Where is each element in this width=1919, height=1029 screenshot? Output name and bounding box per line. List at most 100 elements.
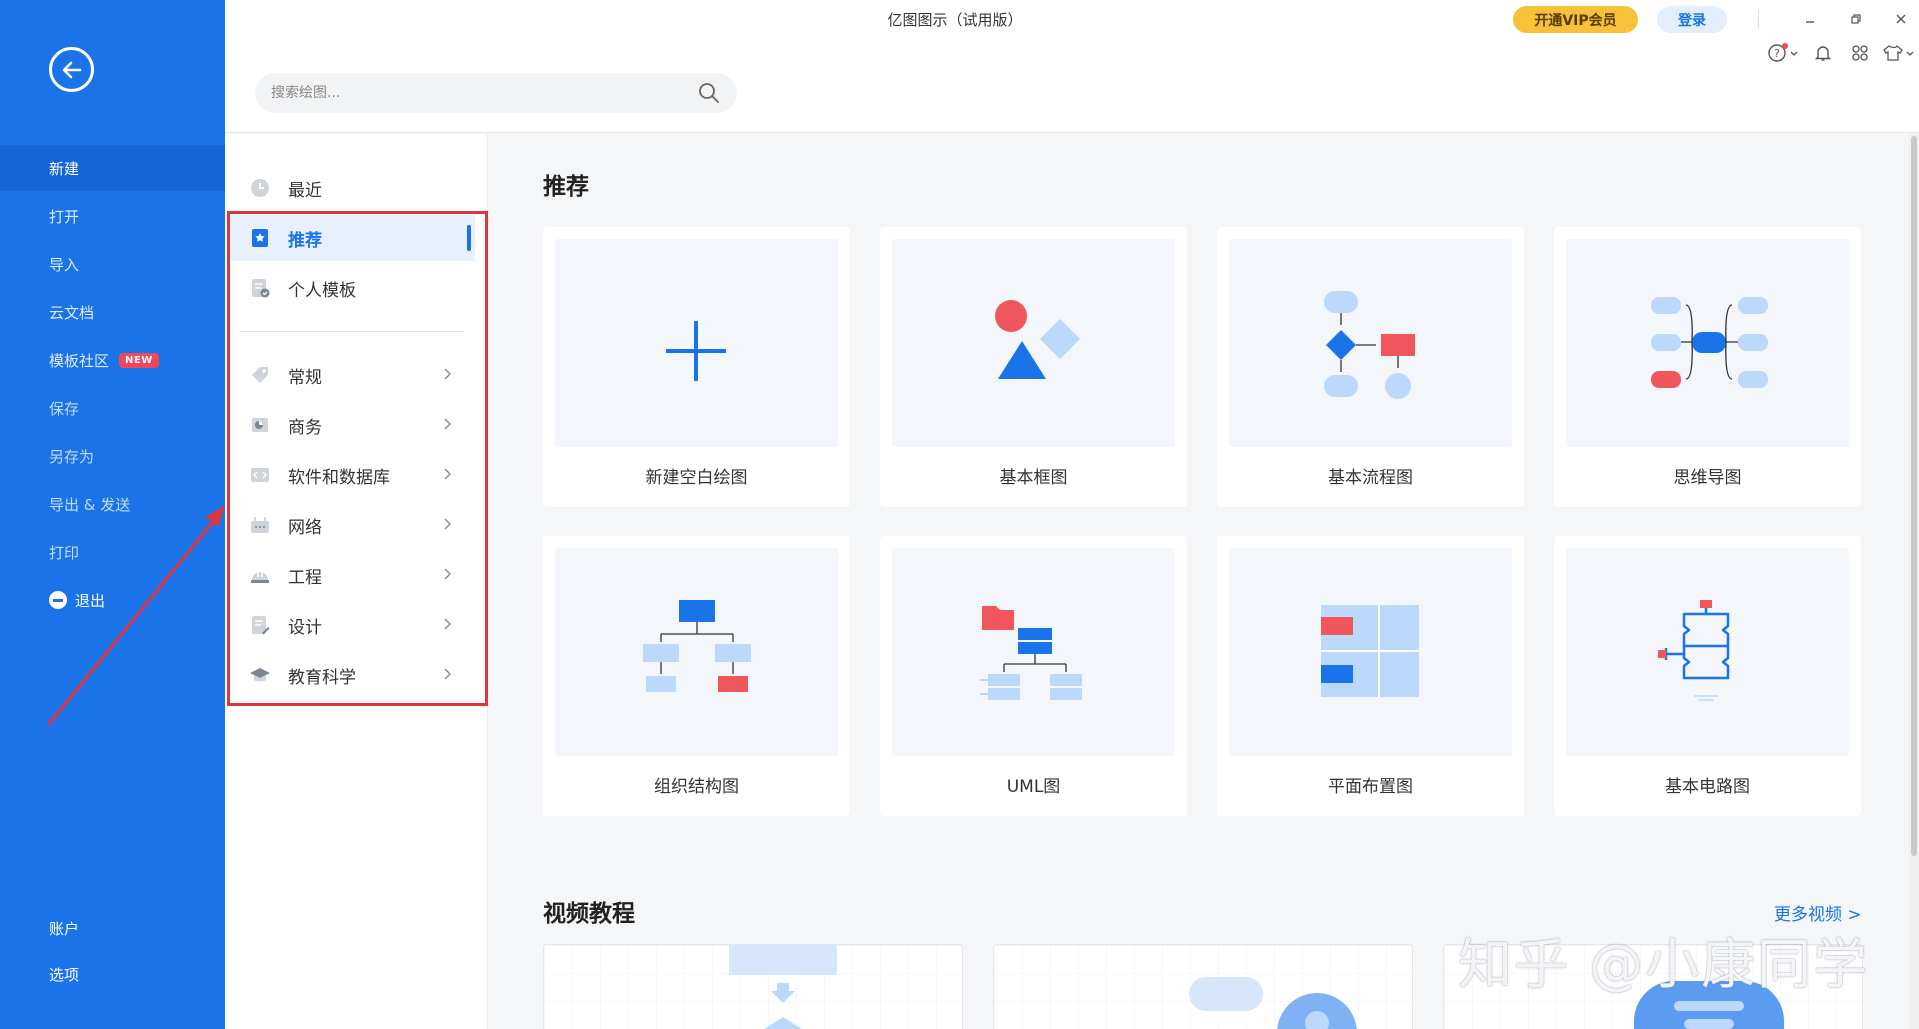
category-design[interactable]: 设计 bbox=[231, 602, 475, 648]
sidebar-item-account[interactable]: 账户 bbox=[0, 905, 225, 951]
template-card-basic-block[interactable]: 基本框图 bbox=[880, 227, 1187, 507]
category-label: 软件和数据库 bbox=[288, 467, 390, 488]
template-card-blank[interactable]: 新建空白绘图 bbox=[543, 227, 850, 507]
template-label: 组织结构图 bbox=[654, 777, 739, 797]
close-button[interactable] bbox=[1887, 6, 1915, 32]
flowchart-icon bbox=[1324, 291, 1415, 399]
category-software-database[interactable]: 软件和数据库 bbox=[231, 452, 475, 498]
category-recent[interactable]: 最近 bbox=[231, 165, 475, 211]
template-thumbnail bbox=[1229, 548, 1512, 756]
divider bbox=[239, 331, 464, 332]
template-thumbnail bbox=[1229, 239, 1512, 447]
more-videos-link[interactable]: 更多视频 > bbox=[1774, 900, 1862, 925]
sidebar-item-save[interactable]: 保存 bbox=[0, 385, 225, 431]
template-card-org-chart[interactable]: 组织结构图 bbox=[543, 536, 850, 816]
sidebar-item-label: 导入 bbox=[49, 255, 80, 274]
section-title-recommend: 推荐 bbox=[543, 174, 589, 200]
floor-plan-icon bbox=[1321, 605, 1419, 697]
category-engineering[interactable]: 工程 bbox=[231, 552, 475, 598]
category-general[interactable]: 常规 bbox=[231, 352, 475, 398]
template-thumbnail bbox=[892, 548, 1175, 756]
helmet-icon bbox=[249, 564, 271, 586]
section-title-video: 视频教程 bbox=[543, 901, 635, 927]
uml-icon bbox=[980, 606, 1082, 700]
network-icon bbox=[249, 514, 271, 536]
video-card[interactable] bbox=[543, 944, 963, 1029]
category-personal-templates[interactable]: 个人模板 bbox=[231, 265, 475, 311]
video-card[interactable] bbox=[1443, 944, 1863, 1029]
sidebar-item-new[interactable]: 新建 bbox=[0, 145, 225, 191]
sidebar-item-open[interactable]: 打开 bbox=[0, 193, 225, 239]
category-label: 个人模板 bbox=[288, 280, 356, 301]
sidebar-item-template-community[interactable]: 模板社区 NEW bbox=[0, 337, 225, 383]
new-badge: NEW bbox=[119, 352, 159, 368]
close-icon bbox=[1896, 14, 1906, 24]
sidebar: 新建 打开 导入 云文档 模板社区 NEW 保存 另存为 导出 & 发送 打印 … bbox=[0, 0, 225, 1029]
business-icon bbox=[249, 414, 271, 436]
category-education-science[interactable]: 教育科学 bbox=[231, 652, 475, 698]
video-thumbnail bbox=[994, 945, 1412, 1029]
template-thumbnail bbox=[892, 239, 1175, 447]
category-label: 网络 bbox=[288, 517, 322, 538]
category-network[interactable]: 网络 bbox=[231, 502, 475, 548]
graduation-cap-icon bbox=[249, 664, 271, 686]
category-label: 工程 bbox=[288, 567, 322, 588]
template-card-floor-plan[interactable]: 平面布置图 bbox=[1217, 536, 1524, 816]
template-card-uml[interactable]: UML图 bbox=[880, 536, 1187, 816]
sidebar-item-cloud-docs[interactable]: 云文档 bbox=[0, 289, 225, 335]
circuit-icon bbox=[1658, 600, 1730, 701]
shirt-icon bbox=[1883, 44, 1914, 61]
help-button[interactable]: ? bbox=[1766, 40, 1802, 66]
category-label: 设计 bbox=[288, 617, 322, 638]
login-button[interactable]: 登录 bbox=[1657, 6, 1727, 33]
category-business[interactable]: 商务 bbox=[231, 402, 475, 448]
svg-text:?: ? bbox=[1774, 47, 1780, 60]
sidebar-item-label: 退出 bbox=[75, 591, 106, 610]
active-indicator bbox=[467, 225, 471, 251]
sidebar-item-save-as[interactable]: 另存为 bbox=[0, 433, 225, 479]
skin-button[interactable] bbox=[1882, 40, 1916, 66]
template-thumbnail bbox=[555, 548, 838, 756]
header: 亿图图示（试用版） 开通VIP会员 登录 ? bbox=[225, 0, 1919, 133]
bell-icon bbox=[1814, 46, 1832, 61]
mindmap-icon bbox=[1651, 297, 1768, 388]
sidebar-item-label: 云文档 bbox=[49, 303, 95, 322]
restore-button[interactable] bbox=[1842, 6, 1870, 32]
personal-template-icon bbox=[249, 277, 271, 299]
sidebar-item-label: 模板社区 bbox=[49, 351, 110, 370]
video-card[interactable] bbox=[993, 944, 1413, 1029]
template-card-circuit[interactable]: 基本电路图 bbox=[1554, 536, 1861, 816]
template-label: 思维导图 bbox=[1673, 468, 1742, 488]
category-recommend[interactable]: 推荐 bbox=[231, 215, 475, 261]
chevron-right-icon bbox=[444, 518, 451, 530]
template-thumbnail bbox=[1566, 239, 1849, 447]
clock-icon bbox=[249, 177, 271, 199]
star-icon bbox=[249, 227, 271, 249]
back-button[interactable] bbox=[49, 47, 94, 92]
sidebar-item-exit[interactable]: 退出 bbox=[0, 577, 225, 623]
category-label: 商务 bbox=[288, 417, 322, 438]
video-thumbnail bbox=[1444, 945, 1862, 1029]
scrollbar-thumb[interactable] bbox=[1911, 136, 1917, 856]
sidebar-item-export-send[interactable]: 导出 & 发送 bbox=[0, 481, 225, 527]
template-card-flowchart[interactable]: 基本流程图 bbox=[1217, 227, 1524, 507]
apps-button[interactable] bbox=[1846, 40, 1874, 66]
template-card-mindmap[interactable]: 思维导图 bbox=[1554, 227, 1861, 507]
search-icon[interactable] bbox=[697, 81, 721, 105]
sidebar-item-label: 保存 bbox=[49, 399, 80, 418]
sidebar-item-print[interactable]: 打印 bbox=[0, 529, 225, 575]
basic-shapes-icon bbox=[995, 300, 1080, 379]
sidebar-item-import[interactable]: 导入 bbox=[0, 241, 225, 287]
category-panel: 最近 推荐 个人模板 常规 商务 软件和数据库 网络 工程 设计 教育科学 bbox=[225, 134, 488, 1029]
notification-button[interactable] bbox=[1809, 40, 1837, 66]
apps-grid-icon bbox=[1852, 45, 1868, 61]
vip-button[interactable]: 开通VIP会员 bbox=[1513, 6, 1638, 33]
chevron-right-icon bbox=[444, 368, 451, 380]
sidebar-item-label: 导出 & 发送 bbox=[49, 495, 131, 514]
sidebar-item-options[interactable]: 选项 bbox=[0, 951, 225, 997]
template-label: UML图 bbox=[1006, 777, 1061, 797]
search-bar[interactable] bbox=[255, 73, 737, 113]
chevron-right-icon bbox=[444, 618, 451, 630]
minimize-button[interactable] bbox=[1796, 6, 1824, 32]
search-input[interactable] bbox=[271, 85, 697, 101]
